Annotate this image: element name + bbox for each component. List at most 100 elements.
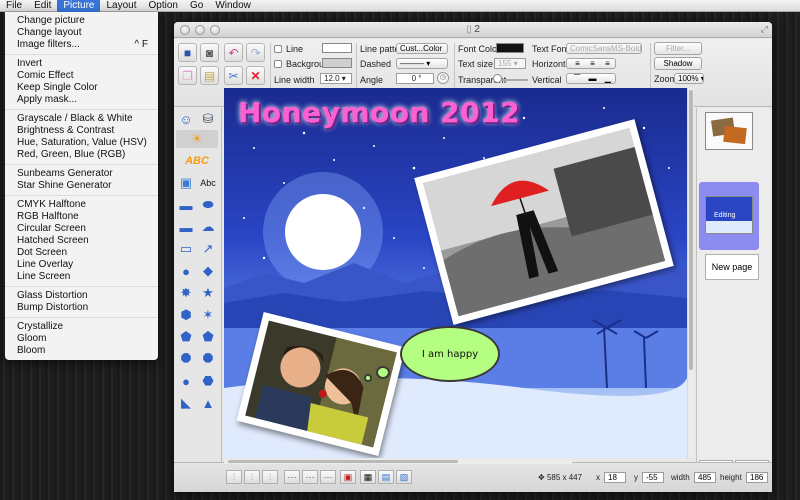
circle2-tool[interactable]: ● xyxy=(176,372,196,390)
heptagon-tool[interactable]: ⬣ xyxy=(198,372,218,390)
line-checkbox[interactable] xyxy=(274,45,282,53)
page-thumbnail-1[interactable] xyxy=(705,112,753,150)
picture-view-button[interactable]: ▧ xyxy=(396,470,412,484)
align-left-edges-button[interactable]: ⫶ xyxy=(226,470,242,484)
horizontal-align-control[interactable]: ≡ ≡ ≡ xyxy=(566,58,616,69)
menu-window[interactable]: Window xyxy=(209,0,257,12)
angle-dial[interactable]: ◷ xyxy=(437,72,449,84)
pentagon-alt-tool[interactable]: ⬟ xyxy=(198,328,218,346)
hexagon-tool[interactable]: ⬢ xyxy=(176,306,196,324)
align-middles-button[interactable]: ⋯ xyxy=(302,470,318,484)
right-triangle-tool[interactable]: ◣ xyxy=(176,394,196,412)
undo-button[interactable]: ↶ xyxy=(224,43,243,62)
menu-file[interactable]: File xyxy=(0,0,28,12)
line-pattern-popup[interactable]: Cust...Color xyxy=(396,43,448,54)
picture-menu-item[interactable]: Hue, Saturation, Value (HSV) xyxy=(5,137,158,149)
vertical-scroll-thumb[interactable] xyxy=(689,90,693,370)
horizontal-scroll-thumb[interactable] xyxy=(228,460,458,463)
menu-edit[interactable]: Edit xyxy=(28,0,57,12)
align-right-edges-button[interactable]: ⫶ xyxy=(262,470,278,484)
text-tool[interactable]: Abc xyxy=(198,174,218,192)
picture-menu-item[interactable]: Image filters... ^ F xyxy=(5,39,158,51)
star5-tool[interactable]: ★ xyxy=(198,284,218,302)
align-left-icon[interactable]: ≡ xyxy=(575,59,580,68)
diamond-tool[interactable]: ◆ xyxy=(198,262,218,280)
picture-menu-item[interactable]: Dot Screen xyxy=(5,247,158,259)
line-width-field[interactable]: 12.0 ▾ xyxy=(320,73,352,84)
image-tool[interactable]: ▣ xyxy=(176,174,196,192)
fullscreen-icon[interactable]: ⤢ xyxy=(761,24,768,35)
grid-button[interactable]: ▦ xyxy=(360,470,376,484)
copy-button[interactable]: ❐ xyxy=(178,66,197,85)
pentagon-tool[interactable]: ⬟ xyxy=(176,328,196,346)
picture-menu-item[interactable]: Hatched Screen xyxy=(5,235,158,247)
align-top-edges-button[interactable]: ⋯ xyxy=(284,470,300,484)
align-top-icon[interactable]: ▔ xyxy=(574,74,580,83)
octagon-alt-tool[interactable]: ⯃ xyxy=(198,350,218,368)
background-color-swatch[interactable] xyxy=(322,58,352,68)
picture-menu-item[interactable]: Star Shine Generator xyxy=(5,180,158,192)
picture-menu-item[interactable]: Comic Effect xyxy=(5,70,158,82)
canvas-heading[interactable]: Honeymoon 2012 xyxy=(238,96,520,129)
shadow-button[interactable]: Shadow xyxy=(654,57,702,70)
callout-rect-tool[interactable]: ▬ xyxy=(176,196,196,214)
picture-menu-item[interactable]: Line Overlay xyxy=(5,259,158,271)
arrow-tool[interactable]: ↗ xyxy=(198,240,218,258)
rounded-rect-tool[interactable]: ▭ xyxy=(176,240,196,258)
picture-menu-item[interactable]: Grayscale / Black & White xyxy=(5,113,158,125)
canvas-horizontal-scrollbar[interactable] xyxy=(224,459,572,464)
picture-menu-item[interactable]: Apply mask... xyxy=(5,94,158,106)
picture-menu-item[interactable]: Glass Distortion xyxy=(5,290,158,302)
x-field[interactable]: 18 xyxy=(604,472,626,483)
smiley-tool[interactable]: ☺ xyxy=(176,110,196,128)
picture-menu-item[interactable]: Bump Distortion xyxy=(5,302,158,314)
text-font-popup[interactable]: ComicSansMS-Bold xyxy=(566,43,642,54)
thought-bubble[interactable]: I am happy xyxy=(400,326,500,382)
align-center-icon[interactable]: ≡ xyxy=(590,59,595,68)
menu-go[interactable]: Go xyxy=(184,0,209,12)
picture-menu-item[interactable]: Red, Green, Blue (RGB) xyxy=(5,149,158,161)
picture-menu-item[interactable]: Crystallize xyxy=(5,321,158,333)
picture-menu-item[interactable]: Sunbeams Generator xyxy=(5,168,158,180)
rectangle-tool[interactable]: ▬ xyxy=(176,218,196,236)
align-middle-icon[interactable]: ▬ xyxy=(588,74,596,83)
text-size-field[interactable]: 155 ▾ xyxy=(494,58,526,69)
thought-bubble-tool[interactable]: ☁ xyxy=(198,218,218,236)
picture-menu-item[interactable]: Change layout xyxy=(5,27,158,39)
picture-menu-item[interactable]: Keep Single Color xyxy=(5,82,158,94)
star6-tool[interactable]: ✶ xyxy=(198,306,218,324)
menu-option[interactable]: Option xyxy=(143,0,184,12)
height-field[interactable]: 186 xyxy=(746,472,768,483)
picture-menu-item[interactable]: CMYK Halftone xyxy=(5,199,158,211)
triangle-tool[interactable]: ▲ xyxy=(198,394,218,412)
picture-menu-item[interactable]: Line Screen xyxy=(5,271,158,283)
circle-tool[interactable]: ● xyxy=(176,262,196,280)
picture-menu-item[interactable]: Change picture xyxy=(5,15,158,27)
align-bottom-icon[interactable]: ▁ xyxy=(605,74,611,83)
picture-menu-item[interactable]: Invert xyxy=(5,58,158,70)
word-art-tool[interactable]: ABC xyxy=(176,152,218,170)
align-bottom-edges-button[interactable]: ⋯ xyxy=(320,470,336,484)
picture-menu-item[interactable]: Circular Screen xyxy=(5,223,158,235)
align-centers-button[interactable]: ⫶ xyxy=(244,470,260,484)
delete-button[interactable]: ✕ xyxy=(246,66,265,85)
vertical-align-control[interactable]: ▔ ▬ ▁ xyxy=(566,73,616,84)
canvas-vertical-scrollbar[interactable] xyxy=(688,88,694,458)
picture-menu-item[interactable]: Gloom xyxy=(5,333,158,345)
background-checkbox[interactable] xyxy=(274,60,282,68)
menu-picture[interactable]: Picture xyxy=(57,0,101,12)
picture-menu-item[interactable]: RGB Halftone xyxy=(5,211,158,223)
bring-to-front-button[interactable]: ▣ xyxy=(340,470,356,484)
line-color-swatch[interactable] xyxy=(322,43,352,53)
menu-layout[interactable]: Layout xyxy=(100,0,142,12)
width-field[interactable]: 485 xyxy=(694,472,716,483)
cut-button[interactable]: ✂ xyxy=(224,66,243,85)
zoom-popup[interactable]: 100% ▾ xyxy=(674,73,704,84)
page-layout-button[interactable]: ▤ xyxy=(378,470,394,484)
paste-button[interactable]: ▤ xyxy=(200,66,219,85)
dash-style-popup[interactable]: ——— ▾ xyxy=(396,58,448,69)
thought-bubble-dot[interactable] xyxy=(376,366,390,379)
save-button[interactable]: ■ xyxy=(178,43,197,62)
angle-field[interactable]: 0 ° xyxy=(396,73,434,84)
callout-oval-tool[interactable]: ⬬ xyxy=(198,196,218,214)
